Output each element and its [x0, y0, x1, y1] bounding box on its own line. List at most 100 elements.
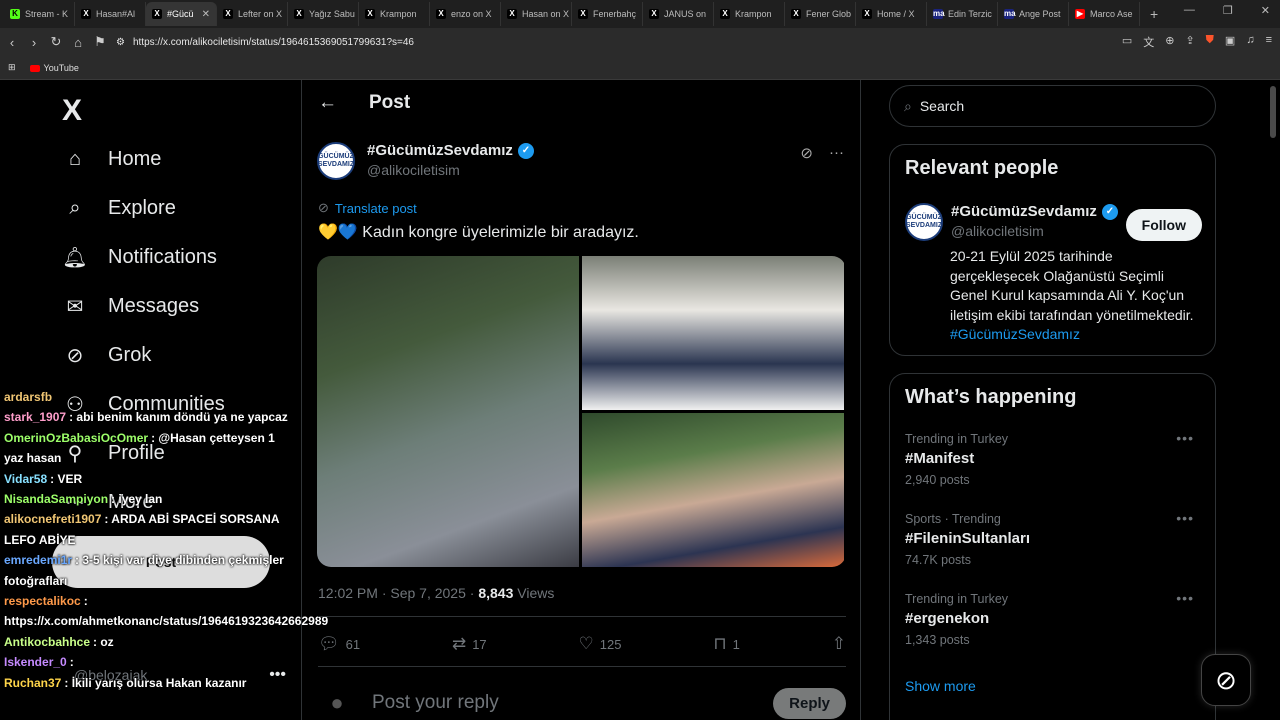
close-window-icon[interactable]: ✕: [1261, 4, 1270, 17]
browser-tab[interactable]: X Krampon: [714, 2, 785, 26]
browser-tab[interactable]: K Stream - K: [4, 2, 75, 26]
post-photo-1[interactable]: [317, 256, 579, 567]
browser-tab[interactable]: Xenzo on X: [430, 2, 501, 26]
tab-label: Fener Glob: [806, 9, 852, 19]
chat-text: : iyey lan: [111, 492, 163, 507]
chat-text: : İkili yarış olursa Hakan kazanır: [64, 675, 247, 690]
trend-more-icon[interactable]: •••: [1176, 590, 1194, 606]
cast-icon[interactable]: ▭: [1122, 34, 1132, 50]
search-icon: ⌕: [904, 97, 912, 114]
nav-item-explore[interactable]: ⌕ Explore: [62, 195, 175, 221]
apps-grid-icon[interactable]: ⊞: [8, 62, 16, 73]
tab-label: enzo on X: [451, 9, 492, 19]
browser-tab[interactable]: X Fenerbahç: [572, 2, 643, 26]
share-action[interactable]: ⇧: [832, 634, 846, 654]
x-logo[interactable]: X: [62, 94, 82, 128]
relevant-people-title: Relevant people: [905, 157, 1059, 179]
browser-tab[interactable]: X JANUS on: [643, 2, 714, 26]
avatar[interactable]: GÜCÜMÜZ SEVDAMIZ: [905, 203, 943, 241]
minimize-icon[interactable]: —: [1184, 4, 1195, 17]
browser-tab[interactable]: X Home / X: [856, 2, 927, 26]
tab-label: Edin Terzic: [948, 9, 992, 19]
forward-icon[interactable]: ›: [24, 35, 44, 50]
browser-tab[interactable]: ma Edin Terzic: [927, 2, 998, 26]
divider: [318, 666, 846, 667]
bookmark-youtube[interactable]: YouTube: [29, 63, 79, 73]
chat-message: stark_1907: abi benim kanım döndü ya ne …: [0, 407, 292, 427]
browser-tab[interactable]: X Hasan on X: [501, 2, 572, 26]
browser-tab[interactable]: ma Ange Post: [998, 2, 1069, 26]
nav-item-label: Grok: [108, 343, 152, 366]
url-field[interactable]: ⚙ https://x.com/alikociletisim/status/19…: [110, 31, 1080, 53]
tab-label: Stream - K: [25, 9, 69, 19]
author-handle[interactable]: @alikociletisim: [367, 162, 534, 178]
home-browser-icon[interactable]: ⌂: [68, 35, 88, 50]
browser-tab[interactable]: X Hasan#Al: [75, 2, 146, 26]
trend-item[interactable]: Trending in Turkey #ergenekon 1,343 posts •…: [905, 590, 1202, 647]
scrollbar[interactable]: [1270, 86, 1276, 138]
bio-hashtag[interactable]: #GücümüzSevdamız: [950, 326, 1080, 342]
trend-count: 74.7K posts: [905, 553, 972, 567]
translate-post-link[interactable]: ⊘ Translate post: [318, 200, 417, 216]
sidebar-icon[interactable]: ▣: [1225, 34, 1235, 50]
new-tab-icon[interactable]: +: [1140, 6, 1168, 22]
author-name[interactable]: #GücümüzSevdamız ✓: [367, 142, 534, 159]
tab-favicon-icon: X: [436, 9, 446, 19]
reply-button[interactable]: Reply: [773, 687, 846, 719]
reload-icon[interactable]: ↻: [46, 34, 66, 50]
back-arrow-icon[interactable]: ←: [318, 92, 337, 114]
menu-icon[interactable]: ≡: [1266, 34, 1272, 50]
tab-favicon-icon: X: [294, 9, 304, 19]
browser-tab[interactable]: X Krampon: [359, 2, 430, 26]
post-photo-2[interactable]: [582, 256, 844, 410]
translate-icon[interactable]: 文: [1143, 34, 1154, 50]
reply-input[interactable]: Post your reply: [372, 692, 499, 714]
browser-tab[interactable]: X #Gücü ✕: [146, 2, 217, 26]
trend-item[interactable]: Sports · Trending #FileninSultanları 74.7K…: [905, 510, 1202, 567]
grok-floating-button[interactable]: ⊘: [1201, 654, 1251, 706]
tab-label: Krampon: [380, 9, 417, 19]
rp-bio: 20-21 Eylül 2025 tarihinde gerçekleşecek…: [950, 248, 1194, 342]
media-icon[interactable]: ♫: [1246, 34, 1254, 50]
browser-tab[interactable]: ▶ Marco Ase: [1069, 2, 1140, 26]
grok-explain-icon[interactable]: ⊘: [800, 144, 813, 162]
trend-more-icon[interactable]: •••: [1176, 510, 1194, 526]
trend-more-icon[interactable]: •••: [1176, 430, 1194, 446]
post-time[interactable]: 12:02 PM · Sep 7, 2025 ·: [318, 585, 478, 601]
post-photo-3[interactable]: [582, 413, 844, 567]
brave-shield-icon[interactable]: ⛊: [1206, 34, 1214, 50]
post-text: 💛💙 Kadın kongre üyelerimizle bir aradayı…: [318, 224, 639, 241]
rp-name[interactable]: #GücümüzSevdamız ✓: [951, 203, 1118, 220]
browser-tab[interactable]: X Lefter on X: [217, 2, 288, 26]
site-info-icon[interactable]: ⚙: [116, 37, 125, 48]
trend-item[interactable]: Trending in Turkey #Manifest 2,940 posts ••…: [905, 430, 1202, 487]
post-more-icon[interactable]: ···: [829, 144, 844, 162]
like-action[interactable]: ♡ 125: [579, 634, 622, 654]
tab-favicon-icon: X: [720, 9, 730, 19]
bell-icon: 🔔︎: [62, 246, 88, 269]
nav-item-messages[interactable]: ✉ Messages: [62, 293, 200, 319]
nav-item-grok[interactable]: ⊘ Grok: [62, 342, 152, 368]
nav-item-home[interactable]: ⌂ Home: [62, 146, 161, 172]
main-column: ← Post GÜCÜMÜZ SEVDAMIZ #GücümüzSevdamız…: [302, 80, 860, 720]
follow-button[interactable]: Follow: [1125, 209, 1202, 241]
repost-action[interactable]: ⇄ 17: [452, 634, 487, 654]
restore-icon[interactable]: ❐: [1223, 4, 1233, 17]
share-icon[interactable]: ⇪: [1185, 34, 1194, 50]
zoom-icon[interactable]: ⊕: [1165, 34, 1174, 50]
browser-tab[interactable]: X Yağız Sabu: [288, 2, 359, 26]
rp-handle[interactable]: @alikociletisim: [951, 223, 1118, 239]
tab-label: Lefter on X: [238, 9, 283, 19]
tab-close-icon[interactable]: ✕: [202, 9, 210, 20]
reply-action[interactable]: 💬︎ 61: [318, 634, 360, 654]
avatar[interactable]: GÜCÜMÜZ SEVDAMIZ: [317, 142, 355, 180]
search-input[interactable]: ⌕ Search: [889, 85, 1216, 127]
bookmark-action[interactable]: ⊓ 1: [713, 634, 740, 654]
tab-favicon-icon: X: [862, 9, 872, 19]
show-more-link[interactable]: Show more: [905, 678, 976, 694]
browser-tab[interactable]: X Fener Glob: [785, 2, 856, 26]
nav-item-notifications[interactable]: 🔔︎ Notifications: [62, 244, 217, 270]
share-post-icon: ⇧: [831, 634, 846, 653]
bookmark-icon[interactable]: ⚑: [90, 34, 110, 50]
back-icon[interactable]: ‹: [2, 35, 22, 50]
